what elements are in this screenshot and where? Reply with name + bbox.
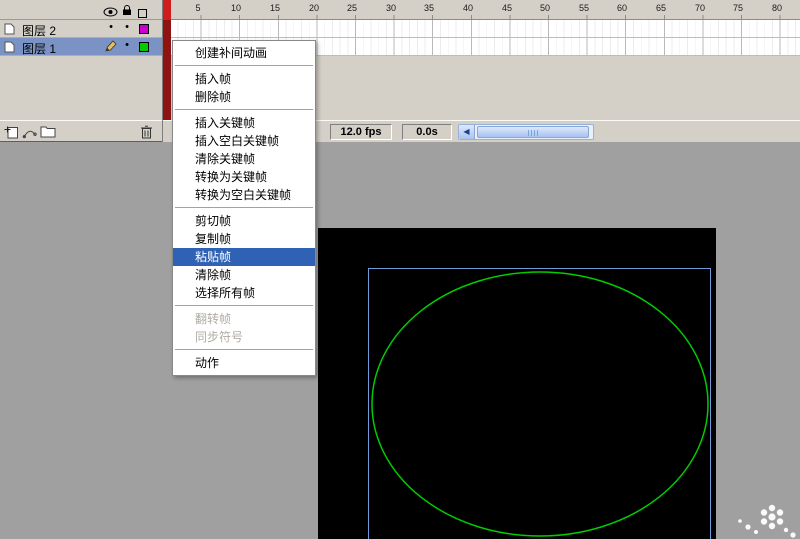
menu-item-remove-frame[interactable]: 删除帧 (173, 88, 315, 106)
ruler-number: 75 (732, 3, 744, 13)
layer-name[interactable]: 图层 1 (22, 40, 56, 57)
ruler-number: 30 (385, 3, 397, 13)
scrollbar-thumb[interactable] (477, 126, 589, 138)
insert-layer-folder-icon[interactable] (40, 125, 56, 140)
layers-panel: 图层 2 • • 图层 1 • (0, 0, 163, 142)
menu-item-convert-to-keyframe[interactable]: 转换为关键帧 (173, 168, 315, 186)
fps-indicator[interactable]: 12.0 fps (330, 124, 392, 140)
ruler-number: 20 (308, 3, 320, 13)
layer-row-2[interactable]: 图层 2 • • (0, 20, 162, 38)
playhead[interactable] (163, 0, 171, 120)
frame-context-menu: 创建补间动画 插入帧 删除帧 插入关键帧 插入空白关键帧 清除关键帧 转换为关键… (172, 40, 316, 376)
layer-page-icon (4, 23, 15, 38)
menu-item-insert-frame[interactable]: 插入帧 (173, 70, 315, 88)
timeline-panel: 图层 2 • • 图层 1 • 5 10 15 20 25 30 35 40 4… (0, 0, 800, 142)
ruler-number: 25 (346, 3, 358, 13)
ruler-number: 60 (616, 3, 628, 13)
menu-item-copy-frames[interactable]: 复制帧 (173, 230, 315, 248)
ruler-number: 40 (462, 3, 474, 13)
ruler-number: 65 (655, 3, 667, 13)
ruler-number: 70 (694, 3, 706, 13)
menu-item-cut-frames[interactable]: 剪切帧 (173, 212, 315, 230)
stage-canvas[interactable] (318, 228, 716, 539)
menu-separator (175, 305, 313, 307)
menu-item-paste-frames[interactable]: 粘贴帧 (173, 248, 315, 266)
ruler-number: 15 (269, 3, 281, 13)
flash-editor-window: 图层 2 • • 图层 1 • 5 10 15 20 25 30 35 40 4… (0, 0, 800, 539)
layer2-lock-dot[interactable]: • (120, 21, 134, 33)
scrollbar-grip (528, 130, 538, 136)
ruler-number: 10 (230, 3, 242, 13)
layer-row-1[interactable]: 图层 1 • (0, 38, 162, 56)
ruler-number: 5 (195, 3, 201, 13)
menu-item-select-all-frames[interactable]: 选择所有帧 (173, 284, 315, 302)
ruler-number: 55 (578, 3, 590, 13)
layer1-lock-dot[interactable]: • (120, 39, 134, 51)
menu-item-synchronize-symbols: 同步符号 (195, 330, 244, 344)
watermark-logo (718, 499, 800, 539)
ellipse-shape[interactable] (318, 228, 716, 539)
menu-separator (175, 65, 313, 67)
menu-item-create-motion-tween[interactable]: 创建补间动画 (173, 44, 315, 62)
layer-name[interactable]: 图层 2 (22, 22, 56, 39)
menu-separator (175, 349, 313, 351)
delete-layer-trash-icon[interactable] (140, 125, 156, 140)
layer2-frames-row[interactable] (163, 20, 800, 38)
menu-separator (175, 207, 313, 209)
layers-header (0, 0, 162, 20)
menu-item-clear-frames[interactable]: 清除帧 (173, 266, 315, 284)
menu-separator (175, 109, 313, 111)
ruler-number: 35 (423, 3, 435, 13)
ruler-number: 45 (501, 3, 513, 13)
layer2-visibility-dot[interactable]: • (104, 21, 118, 33)
layers-toolbar (0, 120, 162, 142)
lock-icon[interactable] (122, 3, 132, 21)
add-motion-guide-icon[interactable] (22, 125, 38, 140)
menu-item-insert-keyframe[interactable]: 插入关键帧 (173, 114, 315, 132)
layer2-color-swatch[interactable] (139, 24, 149, 34)
pencil-edit-icon (104, 40, 117, 56)
menu-item-reverse-frames: 翻转帧 (195, 312, 232, 326)
menu-item-convert-to-blank-keyframe[interactable]: 转换为空白关键帧 (173, 186, 315, 204)
menu-item-insert-blank-keyframe[interactable]: 插入空白关键帧 (173, 132, 315, 150)
scrollbar-left-arrow[interactable]: ◀ (459, 125, 475, 139)
insert-layer-icon[interactable] (4, 125, 20, 140)
menu-item-clear-keyframe[interactable]: 清除关键帧 (173, 150, 315, 168)
elapsed-time-indicator[interactable]: 0.0s (402, 124, 452, 140)
layer1-color-swatch[interactable] (139, 42, 149, 52)
menu-item-actions[interactable]: 动作 (173, 354, 315, 372)
timeline-ruler[interactable]: 5 10 15 20 25 30 35 40 45 50 55 60 65 70… (163, 0, 800, 20)
ruler-number: 80 (771, 3, 783, 13)
layer-page-icon (4, 41, 15, 56)
timeline-horizontal-scrollbar[interactable]: ◀ (458, 124, 594, 140)
ruler-number: 50 (539, 3, 551, 13)
